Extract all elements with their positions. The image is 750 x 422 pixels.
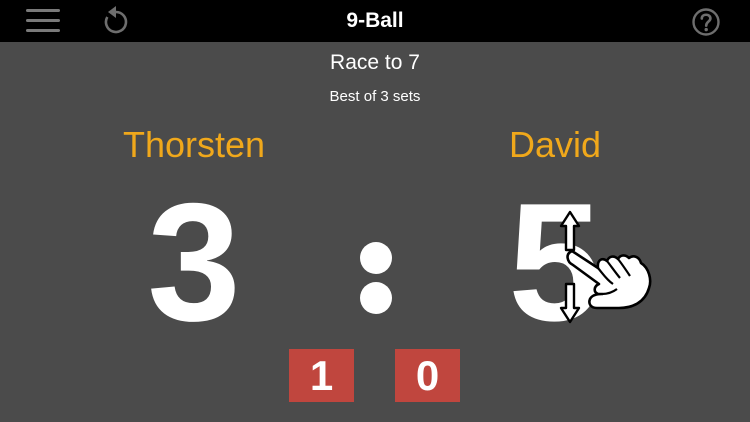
app-title: 9-Ball [346, 9, 404, 32]
help-button[interactable] [691, 7, 721, 37]
sets-won-left[interactable]: 1 [289, 349, 354, 402]
colon-dot [360, 242, 392, 274]
swipe-gesture-icon [559, 210, 652, 324]
colon-dot [360, 282, 392, 314]
player-name-right[interactable]: David [405, 124, 705, 166]
top-bar: 9-Ball [0, 0, 750, 42]
race-target: Race to 7 [330, 51, 420, 74]
score-left[interactable]: 3 [44, 178, 344, 346]
sets-format: Best of 3 sets [329, 88, 421, 105]
sets-won-right[interactable]: 0 [395, 349, 460, 402]
score-separator [356, 236, 396, 316]
player-name-left[interactable]: Thorsten [44, 124, 344, 166]
help-icon [692, 8, 720, 36]
